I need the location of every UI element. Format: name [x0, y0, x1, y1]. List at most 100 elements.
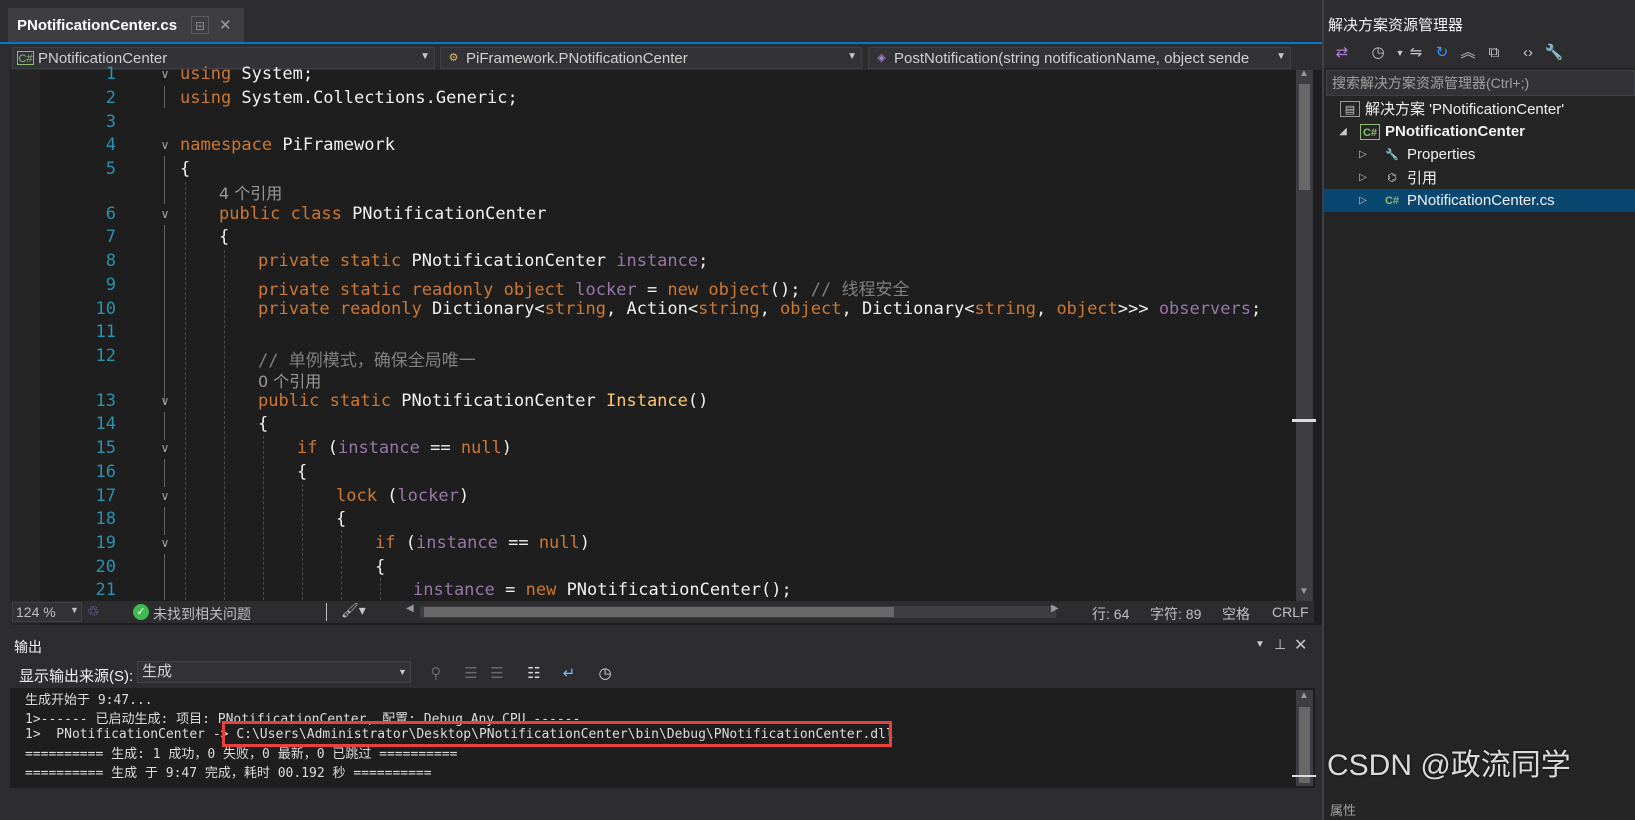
line-number: 10 [95, 299, 116, 319]
timestamp-icon[interactable]: ◷ [594, 663, 616, 685]
indent-guide [341, 530, 342, 600]
line-indicator[interactable]: 行: 64 [1092, 604, 1129, 624]
scroll-up-icon[interactable]: ▲ [1297, 690, 1311, 701]
code-line: public static PNotificationCenter Instan… [258, 391, 708, 411]
keyword: namespace [180, 135, 273, 155]
line-number: 16 [95, 462, 116, 482]
collapse-icon[interactable]: ∨ [158, 207, 172, 221]
keyword: using [180, 64, 232, 84]
tree-item-project[interactable]: ◢ C# PNotificationCenter [1336, 120, 1525, 143]
clear-all-icon[interactable]: ☷ [523, 663, 545, 685]
tab-pnotificationcenter-cs[interactable]: PNotificationCenter.cs ⊟ ✕ [8, 8, 244, 42]
tree-item-properties[interactable]: ▷ 🔧 Properties [1356, 143, 1475, 166]
tree-item-references[interactable]: ▷ ⌬ 引用 [1356, 166, 1437, 189]
column-indicator[interactable]: 字符: 89 [1150, 604, 1201, 624]
type-dropdown-value: PiFramework.PNotificationCenter [466, 49, 688, 67]
tree-item-solution[interactable]: ▤ 解决方案 'PNotificationCenter' [1340, 97, 1564, 120]
keyword: string [544, 299, 607, 319]
horizontal-scroll-thumb[interactable] [424, 607, 894, 617]
line-number: 1 [105, 64, 116, 84]
properties-panel-tab[interactable]: 属性 [1330, 800, 1356, 819]
line-number: 13 [95, 391, 116, 411]
tree-item-label: PNotificationCenter [1385, 123, 1526, 140]
collapse-icon[interactable]: ∨ [158, 67, 172, 81]
close-tab-icon[interactable]: ✕ [219, 16, 232, 34]
collapsed-triangle-icon[interactable]: ▷ [1356, 172, 1370, 183]
view-code-icon[interactable]: ‹› [1518, 43, 1538, 63]
keyword: null [538, 533, 580, 553]
scroll-down-icon[interactable]: ▼ [1297, 586, 1311, 597]
keyword: private static [258, 251, 402, 271]
switch-views-icon[interactable]: ⇄ [1332, 43, 1352, 63]
class-name: PNotificationCenter [341, 204, 547, 224]
field-name: locker [397, 486, 459, 506]
show-all-files-icon[interactable]: ⧉ [1484, 43, 1504, 63]
window-menu-icon[interactable]: ▼ [1255, 639, 1265, 650]
tree-item-file[interactable]: ▷ C# PNotificationCenter.cs [1356, 189, 1554, 212]
tree-item-label: 解决方案 'PNotificationCenter' [1365, 101, 1565, 118]
collapsed-triangle-icon[interactable]: ▷ [1356, 149, 1370, 160]
outline-line [164, 412, 165, 440]
previous-message-icon[interactable]: ☰ [460, 663, 482, 685]
solution-icon: ▤ [1340, 100, 1360, 117]
keyword: private static readonly object [258, 280, 566, 300]
pin-tab-icon[interactable]: ⊟ [191, 16, 210, 34]
keyword: object [780, 299, 842, 319]
line-number: 15 [95, 438, 116, 458]
properties-wrench-icon[interactable]: 🔧 [1544, 43, 1564, 63]
references-codelens[interactable]: 0 个引用 [258, 368, 321, 392]
type-name: , Action< [606, 299, 699, 319]
document-health-text[interactable]: 未找到相关问题 [153, 604, 251, 624]
operator: = [636, 280, 668, 300]
whitespace-indicator[interactable]: 空格 [1222, 604, 1250, 624]
member-dropdown[interactable]: ◈ PostNotification(string notificationNa… [868, 47, 1291, 69]
outline-line [164, 554, 165, 600]
keyword: new object [667, 280, 770, 300]
keyword: public static [258, 391, 392, 411]
code-line: instance = new PNotificationCenter(); [413, 580, 792, 600]
output-scroll-thumb[interactable] [1299, 707, 1310, 783]
indent-guide [263, 436, 264, 600]
collapse-icon[interactable]: ∨ [158, 536, 172, 550]
collapse-icon[interactable]: ∨ [158, 394, 172, 408]
punctuation: ( [395, 533, 416, 553]
operator: = [494, 580, 526, 600]
line-ending-indicator[interactable]: CRLF [1272, 604, 1309, 620]
type-name: , Dictionary< [841, 299, 975, 319]
collapse-all-icon[interactable]: ︽ [1458, 43, 1478, 63]
output-panel-header: 输出 ▼ ⊥ ✕ [0, 633, 1315, 657]
collapsed-triangle-icon[interactable]: ▷ [1356, 195, 1370, 206]
code-cleanup-icon[interactable]: 🖌▾ [341, 602, 366, 619]
close-icon[interactable]: ✕ [1294, 635, 1307, 655]
line-number: 3 [105, 112, 116, 132]
punctuation: ( [376, 486, 398, 506]
solution-explorer-title: 解决方案资源管理器 [1328, 17, 1464, 34]
expanded-triangle-icon[interactable]: ◢ [1336, 126, 1350, 137]
code-line: { [375, 557, 386, 577]
punctuation: ; [698, 251, 709, 271]
references-codelens[interactable]: 4 个引用 [219, 180, 282, 204]
output-source-select[interactable]: 生成 [137, 661, 411, 683]
keyword: using [180, 88, 232, 108]
find-message-icon[interactable]: ⚲ [425, 663, 447, 685]
scroll-right-icon[interactable]: ▶ [1051, 603, 1059, 614]
collapse-icon[interactable]: ∨ [158, 489, 172, 503]
collapse-icon[interactable]: ∨ [158, 441, 172, 455]
refresh-icon[interactable]: ↻ [1432, 43, 1452, 63]
word-wrap-icon[interactable]: ↵ [558, 663, 580, 685]
copilot-icon[interactable]: ♲ [87, 603, 100, 620]
scroll-up-icon[interactable]: ▲ [1297, 68, 1311, 79]
next-message-icon[interactable]: ☰ [486, 663, 508, 685]
pending-changes-icon[interactable]: ◷ [1368, 43, 1388, 63]
caret-position-marker [1292, 419, 1316, 422]
scroll-left-icon[interactable]: ◀ [406, 603, 414, 614]
editor-scroll-thumb[interactable] [1299, 84, 1310, 190]
type-dropdown[interactable]: ⚙ PiFramework.PNotificationCenter ▼ [440, 47, 862, 69]
sync-with-document-icon[interactable]: ⇋ [1406, 43, 1426, 63]
line-number: 9 [105, 275, 116, 295]
pin-icon[interactable]: ⊥ [1274, 636, 1286, 653]
solution-explorer-search-input[interactable]: 搜索解决方案资源管理器(Ctrl+;) [1326, 70, 1635, 96]
method-icon: ◈ [877, 52, 886, 64]
tree-item-label: Properties [1407, 146, 1476, 163]
collapse-icon[interactable]: ∨ [158, 138, 172, 152]
